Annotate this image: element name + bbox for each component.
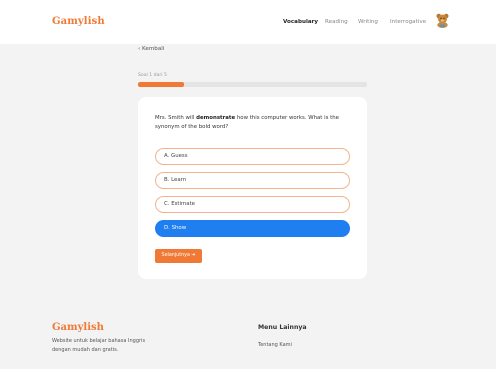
nav-item-interrogative[interactable]: Interrogative (390, 19, 426, 25)
progress-label: Soal 1 dari 5 (138, 73, 167, 78)
option-d[interactable]: D. Show (155, 220, 350, 237)
question-bold-word: demonstrate (196, 115, 236, 121)
nav-item-writing[interactable]: Writing (358, 19, 378, 25)
option-a[interactable]: A. Guess (155, 148, 350, 165)
nav-item-vocabulary[interactable]: Vocabulary (283, 19, 318, 25)
nav-item-reading[interactable]: Reading (325, 19, 348, 25)
footer-menu-title: Menu Lainnya (258, 324, 307, 331)
quiz-card: Mrs. Smith will demonstrate how this com… (138, 97, 367, 279)
progress-bar (138, 82, 367, 87)
top-navbar: Gamylish Vocabulary Reading Writing Inte… (0, 0, 496, 44)
back-link[interactable]: ‹ Kembali (138, 46, 164, 52)
progress-fill (138, 82, 184, 87)
site-logo[interactable]: Gamylish (52, 16, 105, 27)
footer-description: Website untuk belajar bahasa Inggris den… (52, 338, 146, 353)
page: Gamylish Vocabulary Reading Writing Inte… (0, 0, 496, 369)
next-button[interactable]: Selanjutnya ➜ (155, 249, 202, 263)
question-text: Mrs. Smith will demonstrate how this com… (155, 114, 351, 131)
footer-logo: Gamylish (52, 322, 104, 333)
option-c[interactable]: C. Estimate (155, 196, 350, 213)
option-b[interactable]: B. Learn (155, 172, 350, 189)
teddy-bear-icon[interactable] (435, 13, 450, 28)
question-text-before: Mrs. Smith will (155, 115, 197, 121)
footer-link-tentang-kami[interactable]: Tentang Kami (258, 342, 292, 348)
